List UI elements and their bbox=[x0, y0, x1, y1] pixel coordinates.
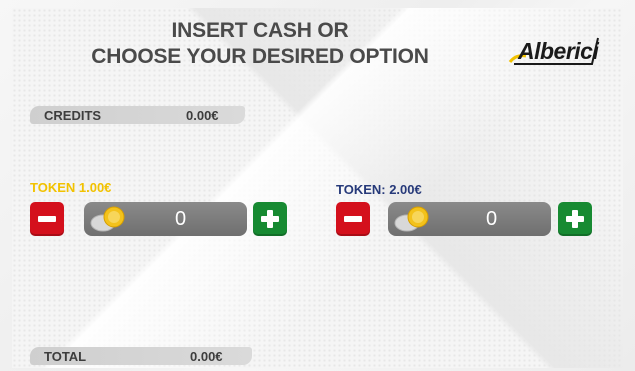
minus-icon bbox=[38, 216, 56, 222]
token-2-plus-button[interactable] bbox=[558, 202, 592, 236]
token-1-plus-button[interactable] bbox=[253, 202, 287, 236]
token-2-count: 0 bbox=[486, 208, 498, 230]
coin-icon bbox=[394, 206, 429, 232]
token-2-counter: 0 bbox=[388, 202, 551, 236]
plus-icon bbox=[572, 210, 578, 228]
brand-logo: Alberici bbox=[508, 32, 600, 72]
credits-label: CREDITS bbox=[44, 108, 102, 123]
credits-display: CREDITS 0.00€ bbox=[30, 106, 245, 124]
token-2-minus-button[interactable] bbox=[336, 202, 370, 236]
minus-icon bbox=[344, 216, 362, 222]
total-display: TOTAL 0.00€ bbox=[30, 347, 252, 365]
credits-value: 0.00€ bbox=[186, 108, 219, 123]
token-1-label: TOKEN 1.00€ bbox=[30, 180, 112, 195]
token-1-minus-button[interactable] bbox=[30, 202, 64, 236]
title-line-2: CHOOSE YOUR DESIRED OPTION bbox=[91, 45, 429, 68]
page-title: INSERT CASH OR CHOOSE YOUR DESIRED OPTIO… bbox=[60, 18, 460, 70]
total-value: 0.00€ bbox=[190, 349, 223, 364]
coin-icon bbox=[90, 206, 125, 232]
title-line-1: INSERT CASH OR bbox=[171, 19, 349, 42]
token-1-counter: 0 bbox=[84, 202, 247, 236]
token-1-count: 0 bbox=[175, 208, 187, 230]
total-label: TOTAL bbox=[44, 349, 87, 364]
token-2-label: TOKEN: 2.00€ bbox=[336, 182, 422, 197]
plus-icon bbox=[267, 210, 273, 228]
logo-text: Alberici bbox=[518, 38, 599, 64]
